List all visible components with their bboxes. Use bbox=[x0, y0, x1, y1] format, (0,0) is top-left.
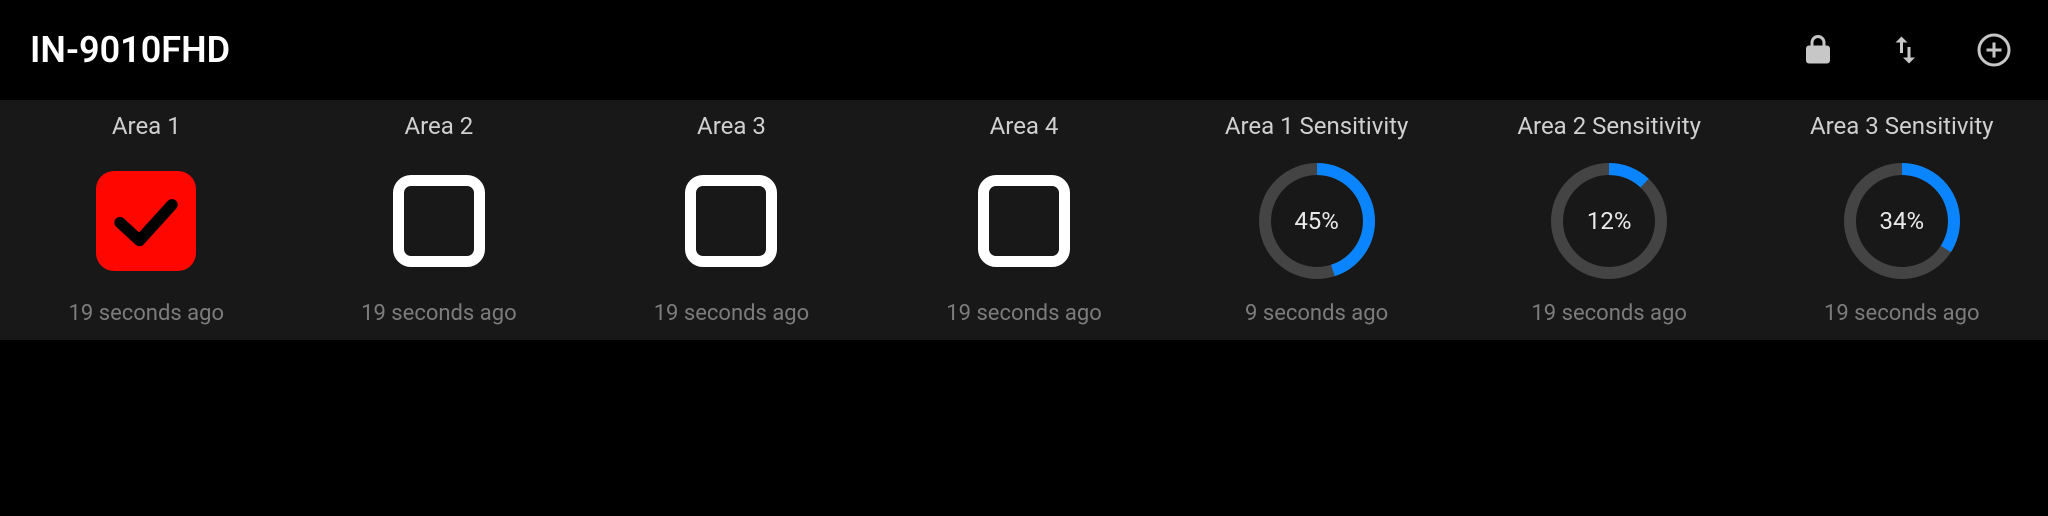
gauge-area-2[interactable]: 12% bbox=[1545, 157, 1673, 285]
checkbox-area-3[interactable] bbox=[685, 175, 777, 267]
tile-sub: 9 seconds ago bbox=[1245, 301, 1388, 326]
tile-sub: 19 seconds ago bbox=[1824, 301, 1980, 326]
checkbox-area-4[interactable] bbox=[978, 175, 1070, 267]
tile-sub: 19 seconds ago bbox=[69, 301, 225, 326]
lock-icon[interactable] bbox=[1794, 26, 1842, 74]
tile-area-3: Area 3 19 seconds ago bbox=[585, 100, 878, 340]
tile-area-4: Area 4 19 seconds ago bbox=[878, 100, 1171, 340]
tile-area-2: Area 2 19 seconds ago bbox=[293, 100, 586, 340]
gauge-area-3[interactable]: 34% bbox=[1838, 157, 1966, 285]
topbar-actions bbox=[1794, 26, 2018, 74]
tile-sensitivity-3: Area 3 Sensitivity 34% 19 seconds ago bbox=[1755, 100, 2048, 340]
tile-sub: 19 seconds ago bbox=[946, 301, 1102, 326]
tile-title: Area 4 bbox=[990, 112, 1059, 140]
topbar: IN-9010FHD bbox=[0, 0, 2048, 100]
tile-area-1: Area 1 19 seconds ago bbox=[0, 100, 293, 340]
swap-vert-icon[interactable] bbox=[1882, 26, 1930, 74]
tile-sensitivity-2: Area 2 Sensitivity 12% 19 seconds ago bbox=[1463, 100, 1756, 340]
tile-sub: 19 seconds ago bbox=[654, 301, 810, 326]
checkbox-area-1[interactable] bbox=[96, 171, 196, 271]
tile-title: Area 2 bbox=[404, 112, 473, 140]
tile-title: Area 2 Sensitivity bbox=[1517, 112, 1701, 140]
gauge-label: 34% bbox=[1838, 157, 1966, 285]
tile-title: Area 1 Sensitivity bbox=[1225, 112, 1409, 140]
tile-sub: 19 seconds ago bbox=[1531, 301, 1687, 326]
gauge-label: 12% bbox=[1545, 157, 1673, 285]
tile-title: Area 3 Sensitivity bbox=[1810, 112, 1994, 140]
gauge-label: 45% bbox=[1253, 157, 1381, 285]
tiles-panel: Area 1 19 seconds ago Area 2 19 seconds … bbox=[0, 100, 2048, 340]
page-title: IN-9010FHD bbox=[30, 29, 230, 71]
plus-circle-icon[interactable] bbox=[1970, 26, 2018, 74]
checkbox-area-2[interactable] bbox=[393, 175, 485, 267]
tile-title: Area 1 bbox=[112, 112, 181, 140]
tile-sub: 19 seconds ago bbox=[361, 301, 517, 326]
gauge-area-1[interactable]: 45% bbox=[1253, 157, 1381, 285]
tile-title: Area 3 bbox=[697, 112, 766, 140]
tile-sensitivity-1: Area 1 Sensitivity 45% 9 seconds ago bbox=[1170, 100, 1463, 340]
